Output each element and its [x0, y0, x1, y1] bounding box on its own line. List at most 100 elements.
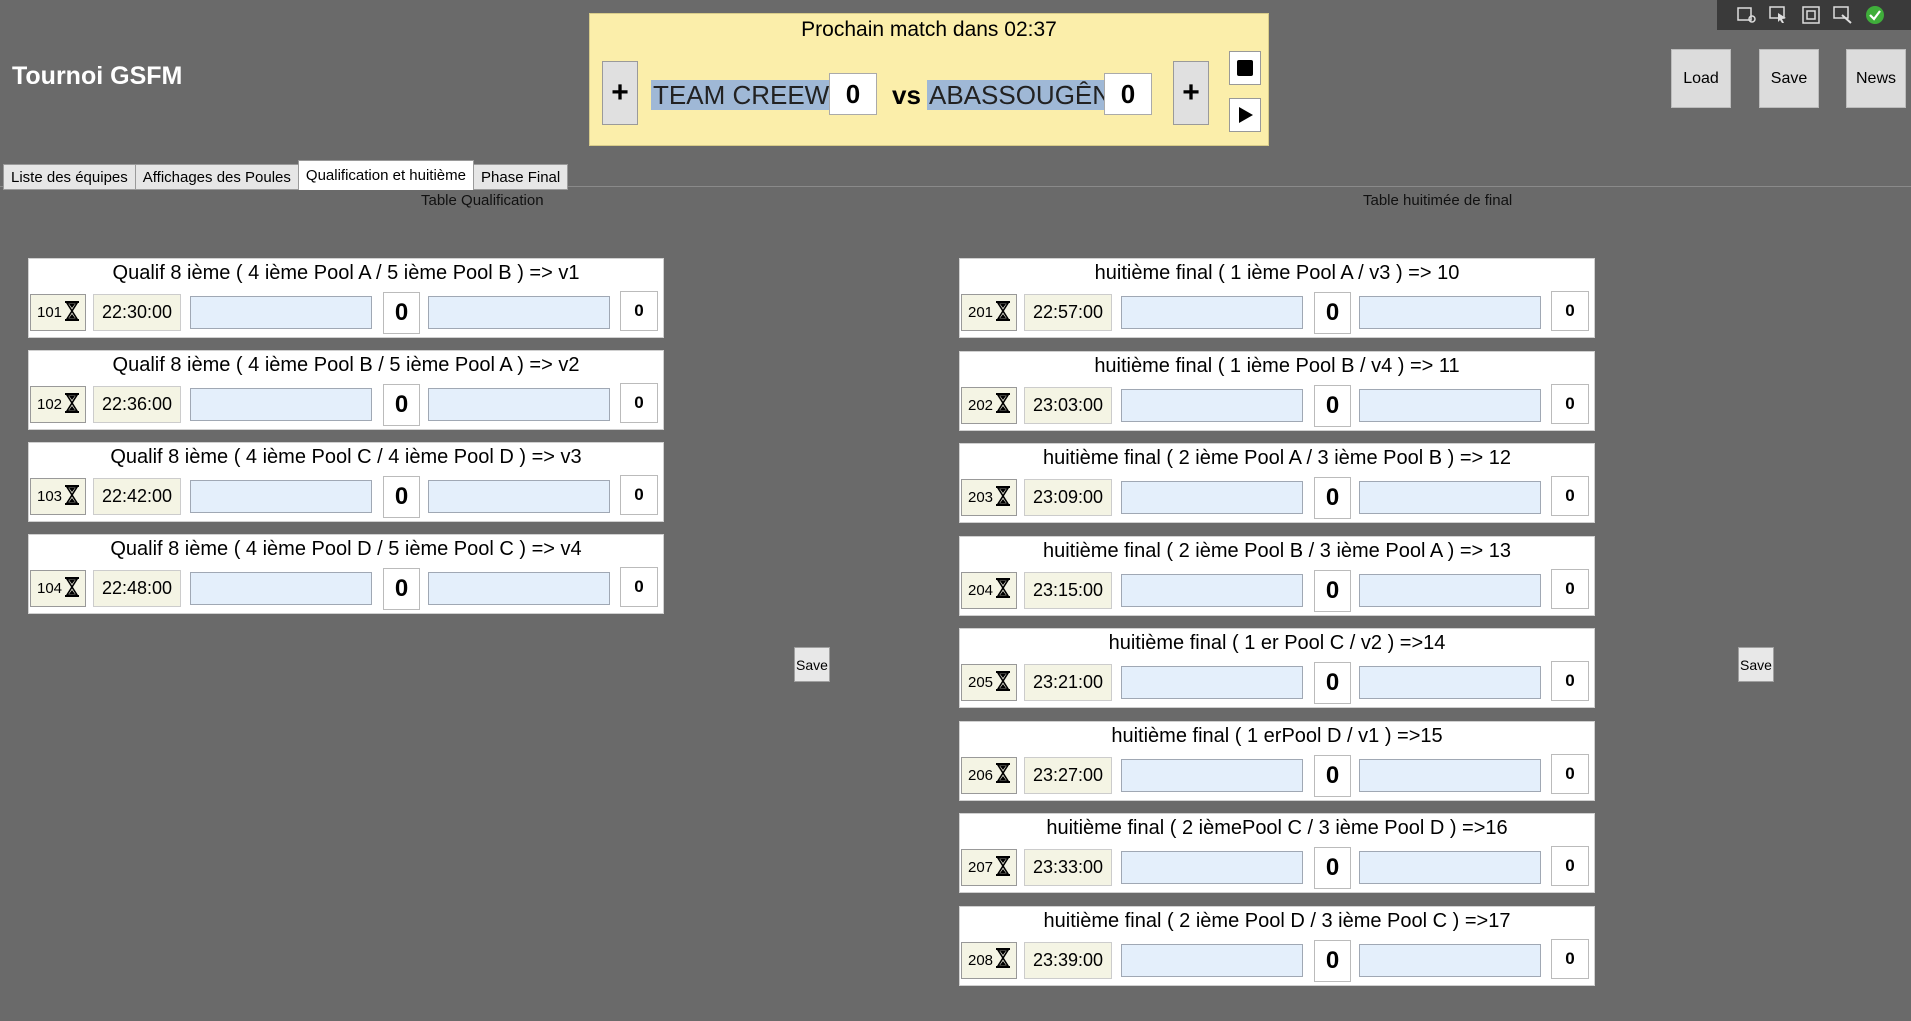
qualification-save-button[interactable]: Save: [794, 647, 830, 682]
match-number-button[interactable]: 207: [961, 849, 1017, 886]
match-time: 23:27:00: [1024, 756, 1112, 794]
huitieme-save-button[interactable]: Save: [1738, 647, 1774, 682]
match-title: huitième final ( 2 ième Pool A / 3 ième …: [1042, 447, 1512, 469]
team1-input[interactable]: [190, 572, 372, 605]
team1-score[interactable]: 0: [1314, 847, 1351, 889]
team2-input[interactable]: [1359, 851, 1541, 884]
match-time: 22:36:00: [93, 386, 181, 423]
live-tree-icon[interactable]: [1735, 4, 1759, 26]
hourglass-icon: [995, 300, 1011, 325]
match-number-button[interactable]: 201: [961, 294, 1017, 331]
team1-input[interactable]: [1121, 388, 1303, 422]
tab-pools[interactable]: Affichages des Poules: [134, 164, 299, 190]
team2-input[interactable]: [428, 388, 610, 421]
team2-add-point-button[interactable]: +: [1173, 61, 1209, 125]
team1-add-point-button[interactable]: +: [602, 61, 638, 125]
team1-input[interactable]: [190, 480, 372, 513]
select-element-icon[interactable]: [1767, 4, 1791, 26]
team2-score[interactable]: 0: [1551, 383, 1589, 424]
team2-input[interactable]: [1359, 758, 1541, 792]
huitieme-table-title: Table huitimée de final: [1363, 192, 1513, 209]
team1-input[interactable]: [1121, 296, 1303, 329]
match-number: 204: [968, 581, 994, 599]
hourglass-icon: [64, 576, 80, 601]
match-number-button[interactable]: 206: [961, 756, 1017, 794]
team2-input[interactable]: [1359, 388, 1541, 422]
team2-input[interactable]: [428, 480, 610, 513]
team2-input[interactable]: [1359, 666, 1541, 699]
team2-score[interactable]: 0: [620, 291, 658, 331]
match-number-button[interactable]: 104: [30, 570, 86, 607]
hourglass-icon: [995, 670, 1011, 695]
display-layout-icon[interactable]: [1799, 4, 1823, 26]
team2-score[interactable]: 0: [1551, 753, 1589, 794]
match-number-button[interactable]: 102: [30, 386, 86, 423]
load-button[interactable]: Load: [1671, 49, 1731, 108]
check-icon[interactable]: [1863, 4, 1887, 26]
team1-score[interactable]: 0: [1314, 754, 1351, 797]
team1-score[interactable]: 0: [1314, 569, 1351, 612]
team1-input[interactable]: [1121, 481, 1303, 514]
team2-score[interactable]: 0: [1551, 938, 1589, 979]
team1-score[interactable]: 0: [383, 384, 420, 426]
team1-input[interactable]: [1121, 758, 1303, 792]
team2-input[interactable]: [428, 296, 610, 329]
team2-score[interactable]: 0: [1551, 846, 1589, 886]
match-number-button[interactable]: 203: [961, 479, 1017, 516]
team2-input[interactable]: [1359, 943, 1541, 977]
team1-score[interactable]: 0: [1314, 292, 1351, 334]
team1-score[interactable]: 0: [1314, 939, 1351, 982]
team1-input[interactable]: [1121, 666, 1303, 699]
team1-score[interactable]: 0: [1314, 477, 1351, 519]
match-number: 203: [968, 489, 994, 506]
match-time: 22:30:00: [93, 294, 181, 331]
team2-score[interactable]: 0: [620, 567, 658, 607]
team1-input[interactable]: [190, 296, 372, 329]
team2-input[interactable]: [1359, 481, 1541, 514]
match-time: 23:03:00: [1024, 386, 1112, 424]
match-number: 103: [37, 488, 63, 505]
play-button[interactable]: [1229, 98, 1261, 132]
stop-button[interactable]: [1229, 51, 1261, 85]
match-title: huitième final ( 2 ième Pool B / 3 ième …: [1042, 539, 1512, 562]
team1-score[interactable]: 0: [383, 568, 420, 610]
match-number-button[interactable]: 205: [961, 664, 1017, 701]
team2-score[interactable]: 0: [1104, 73, 1152, 115]
team1-input[interactable]: [190, 388, 372, 421]
match-number: 201: [968, 304, 994, 321]
tab-final-phase[interactable]: Phase Final: [473, 164, 569, 190]
team1-score[interactable]: 0: [1314, 384, 1351, 427]
team2-score[interactable]: 0: [1551, 476, 1589, 516]
match-title: huitième final ( 1 erPool D / v1 ) =>15: [1111, 724, 1443, 747]
team1-score[interactable]: 0: [383, 476, 420, 518]
team2-input[interactable]: [1359, 573, 1541, 607]
hourglass-icon: [995, 485, 1011, 510]
match-number-button[interactable]: 208: [961, 941, 1017, 979]
match-title: huitième final ( 2 ième Pool D / 3 ième …: [1043, 909, 1511, 932]
track-focus-icon[interactable]: [1831, 4, 1855, 26]
team1-input[interactable]: [1121, 573, 1303, 607]
team2-input[interactable]: [428, 572, 610, 605]
play-icon: [1239, 107, 1253, 123]
team1-score[interactable]: 0: [829, 73, 877, 115]
team1-score[interactable]: 0: [1314, 662, 1351, 704]
team2-score[interactable]: 0: [1551, 661, 1589, 701]
match-number-button[interactable]: 101: [30, 294, 86, 331]
tab-qualification[interactable]: Qualification et huitième: [297, 160, 474, 190]
news-button[interactable]: News: [1846, 49, 1906, 108]
match-number-button[interactable]: 202: [961, 386, 1017, 424]
tab-team-list[interactable]: Liste des équipes: [3, 164, 136, 190]
team2-score[interactable]: 0: [620, 383, 658, 423]
team1-score[interactable]: 0: [383, 292, 420, 334]
team2-input[interactable]: [1359, 296, 1541, 329]
save-button[interactable]: Save: [1759, 49, 1819, 108]
team2-score[interactable]: 0: [1551, 568, 1589, 609]
team2-score[interactable]: 0: [620, 475, 658, 515]
team2-name: ABASSOUGÊNE: [927, 80, 1131, 110]
match-number-button[interactable]: 103: [30, 478, 86, 515]
app-title: Tournoi GSFM: [12, 62, 183, 90]
team2-score[interactable]: 0: [1551, 291, 1589, 331]
team1-input[interactable]: [1121, 943, 1303, 977]
team1-input[interactable]: [1121, 851, 1303, 884]
match-number-button[interactable]: 204: [961, 571, 1017, 609]
